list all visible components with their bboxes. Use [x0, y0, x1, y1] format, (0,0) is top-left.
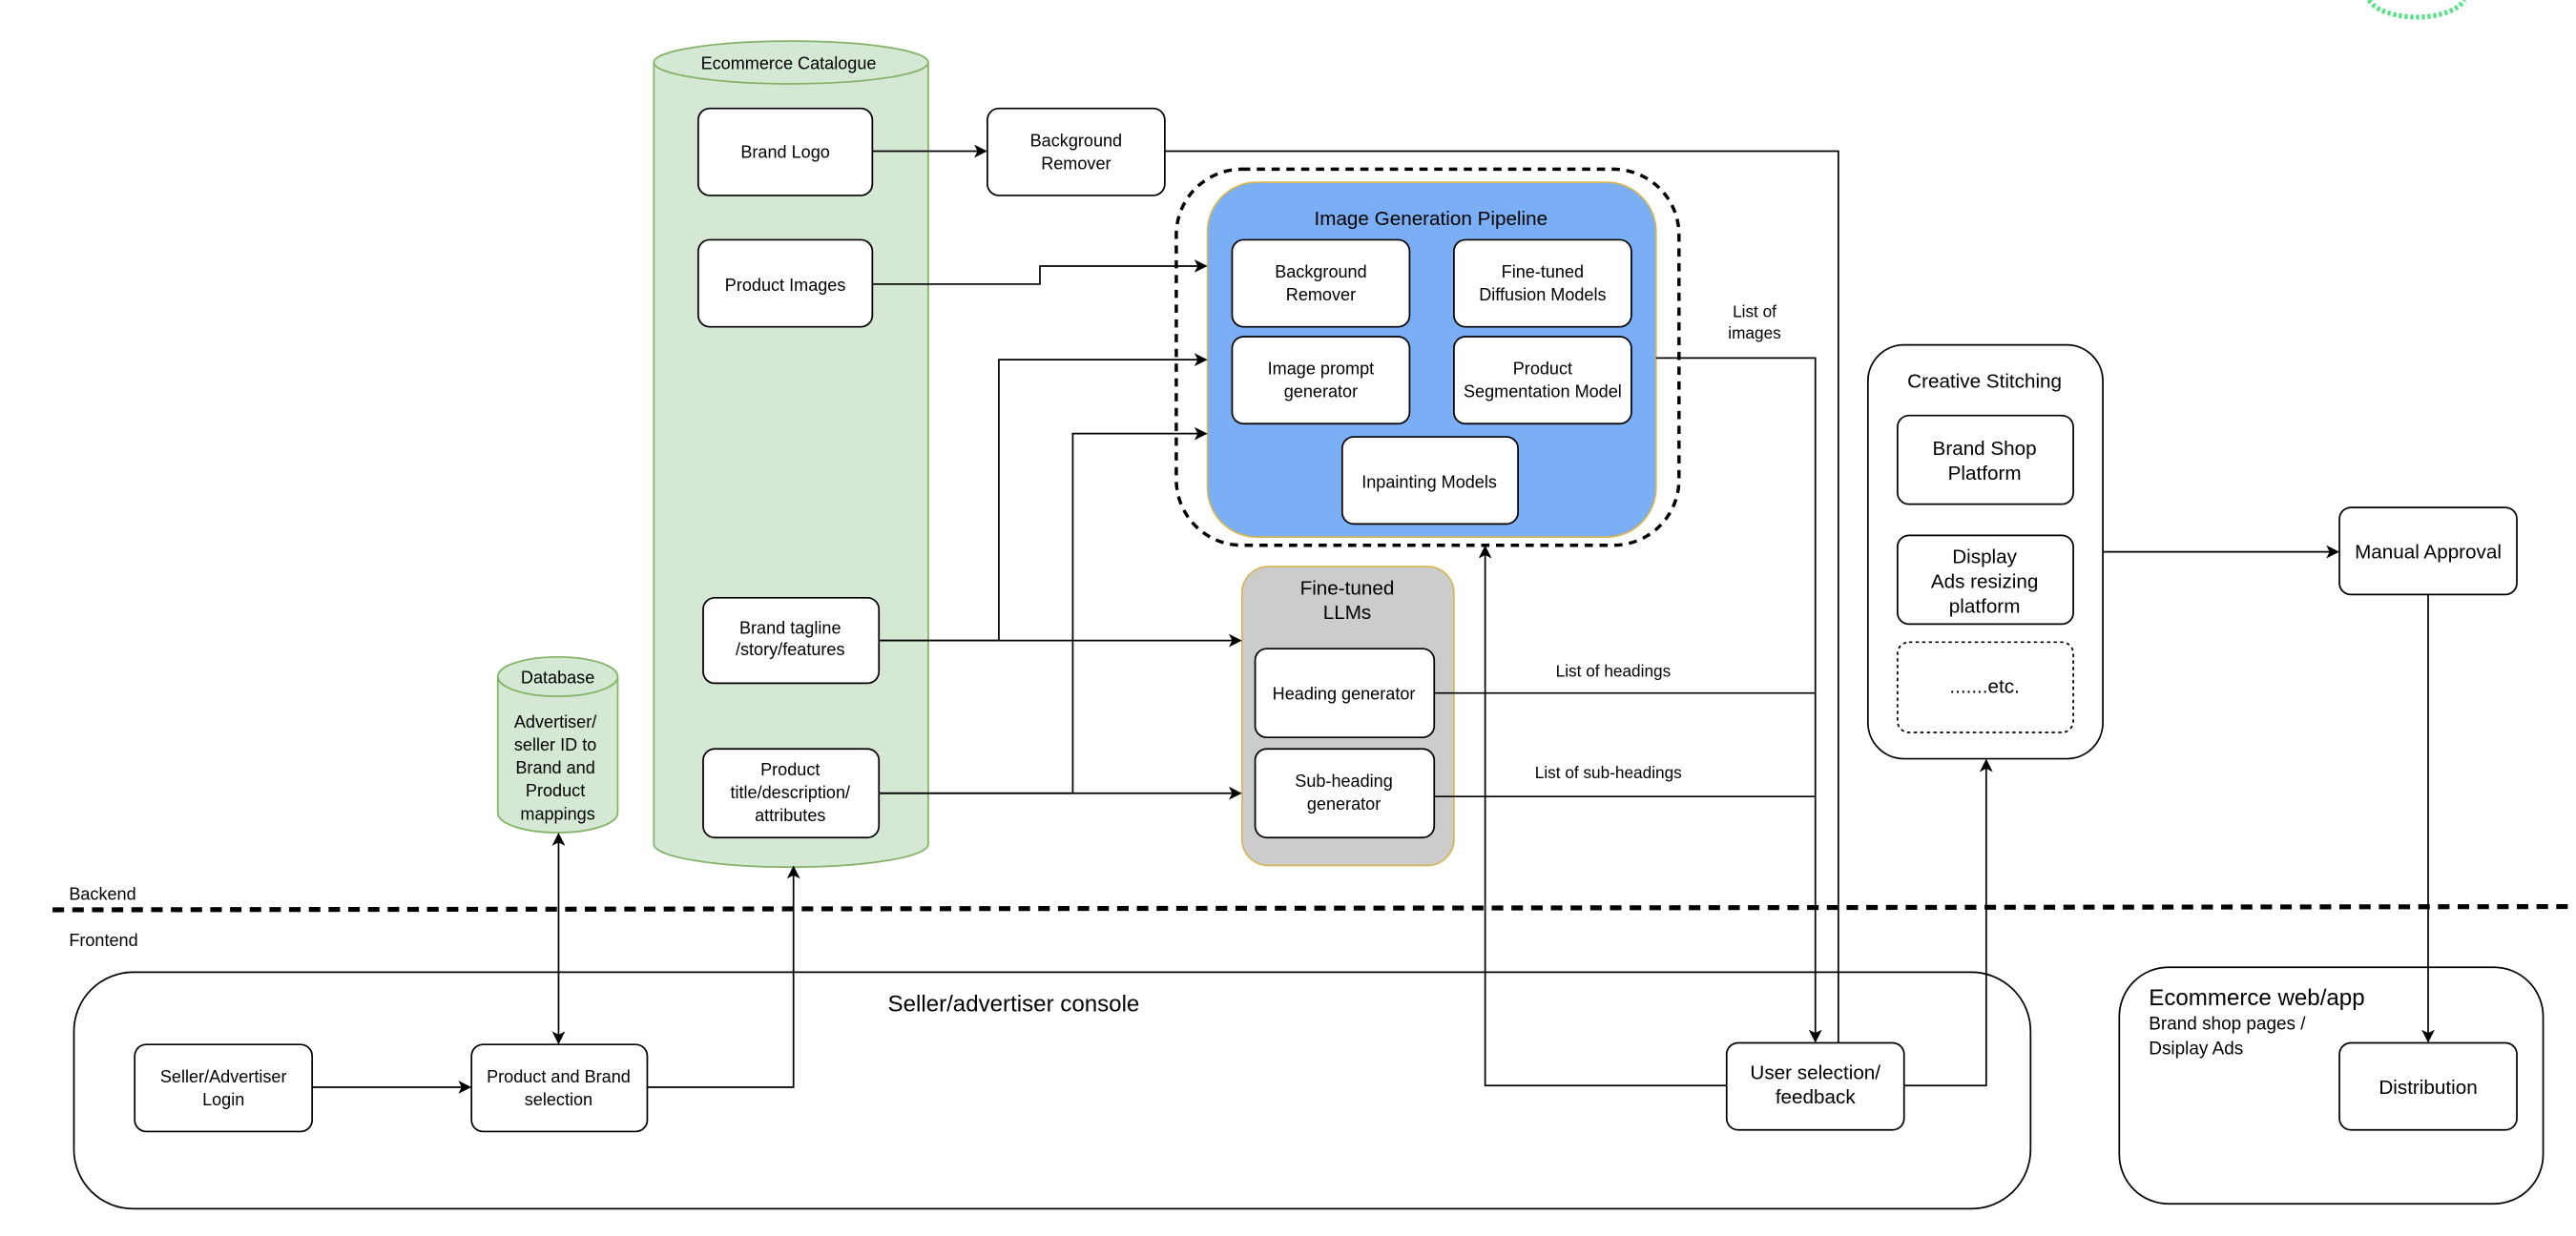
label: Brand and: [515, 758, 594, 777]
node-inpainting-models[interactable]: Inpainting Models: [1340, 436, 1519, 525]
logo-fragment: [2366, 0, 2467, 20]
node-product-images[interactable]: Product Images: [696, 238, 874, 328]
label: Advertiser/: [514, 712, 597, 731]
svg-text:Brand shop pages /Dsiplay Ads: Brand shop pages / Dsiplay Ads: [2149, 1015, 2306, 1060]
label: Fine-tuned: [1502, 262, 1584, 281]
edge-feedback-to-pipeline: [1478, 545, 1727, 1087]
svg-text:Advertiser/ seller ID to: Advertiser/ seller ID to Brand and Produ…: [514, 712, 601, 823]
architecture-diagram: Ecommerce Catalogue Brand Logo Product I…: [52, 0, 2576, 1210]
node-display-ads-platform[interactable]: Display Ads resizing platform: [1896, 534, 2074, 626]
edge-label-headings: List of headings: [1556, 661, 1672, 680]
node-user-feedback[interactable]: User selection/feedback: [1725, 1041, 1905, 1131]
label: Segmentation Model: [1464, 382, 1622, 402]
backend-frontend-divider: [52, 903, 2576, 913]
edge-label-images: images: [1728, 323, 1780, 342]
label: Background: [1030, 131, 1122, 150]
node-diffusion-models[interactable]: Fine-tuned Diffusion Models: [1453, 238, 1632, 328]
llm-title: LLMs: [1323, 602, 1372, 624]
llm-title: Fine-tuned: [1300, 577, 1395, 599]
label: Remover: [1286, 285, 1356, 304]
label: .......etc.: [1949, 676, 2019, 698]
node-product-brand-selection[interactable]: Product and Brand selection: [470, 1043, 649, 1133]
label: Inpainting Models: [1361, 472, 1497, 491]
node-brand-shop-platform[interactable]: Brand Shop Platform: [1896, 414, 2074, 505]
stitching-title: Creative Stitching: [1907, 370, 2062, 392]
label: Product: [1513, 360, 1572, 379]
label: Manual Approval: [2355, 541, 2502, 563]
node-distribution[interactable]: Distribution: [2338, 1041, 2518, 1131]
label: selection: [525, 1090, 592, 1109]
label: Product: [760, 760, 820, 779]
console-title: Seller/advertiser console: [888, 992, 1140, 1018]
label: Brand Logo: [740, 142, 829, 161]
label: Platform: [1948, 463, 2022, 484]
label: attributes: [755, 806, 825, 825]
label: Heading generator: [1273, 685, 1416, 704]
label: Sub-heading: [1295, 772, 1393, 791]
node-manual-approval[interactable]: Manual Approval: [2338, 506, 2518, 596]
label: Remover: [1041, 154, 1111, 173]
label: Diffusion Models: [1479, 285, 1606, 304]
label: generator: [1284, 382, 1358, 402]
svg-text:Product Images: Product Images: [725, 276, 846, 295]
label: Background: [1275, 262, 1366, 281]
catalogue-title: Ecommerce Catalogue: [701, 53, 877, 72]
label: generator: [1307, 794, 1381, 814]
label: mappings: [520, 804, 594, 823]
edge-label-subheadings: List of sub-headings: [1535, 763, 1682, 782]
database-title: Database: [521, 668, 594, 687]
label: Login: [202, 1090, 244, 1109]
node-brand-logo[interactable]: Brand Logo: [696, 107, 874, 196]
label: Brand tagline: [739, 619, 841, 638]
label: Image prompt: [1268, 360, 1375, 379]
node-background-remover[interactable]: Background Remover: [987, 107, 1166, 196]
svg-text:Inpainting Models: Inpainting Models: [1361, 472, 1497, 491]
label: Ads resizing: [1931, 570, 2039, 592]
database-cylinder: Database Advertiser/ seller ID to Brand …: [496, 655, 619, 834]
label: User selection/: [1750, 1061, 1880, 1083]
svg-text:Brand Logo: Brand Logo: [740, 142, 829, 161]
label: Product and Brand: [487, 1067, 631, 1086]
node-brand-tagline[interactable]: Brand tagline/story/features: [702, 596, 881, 685]
label: /story/features: [736, 640, 845, 659]
webapp-title: Ecommerce web/app: [2149, 985, 2364, 1011]
label: platform: [1949, 595, 2021, 617]
edge-selection-to-catalogue: [647, 865, 800, 1088]
node-heading-generator[interactable]: Heading generator: [1254, 648, 1436, 739]
frontend-label: Frontend: [69, 931, 137, 950]
node-segmentation-model[interactable]: Product Segmentation Model: [1453, 336, 1632, 425]
node-pipeline-bg-remover[interactable]: Background Remover: [1231, 238, 1411, 328]
svg-text:Heading generator: Heading generator: [1273, 685, 1416, 704]
node-etc: .......etc.: [1896, 641, 2074, 733]
label: Distribution: [2379, 1077, 2477, 1099]
node-product-title[interactable]: Product title/description/attributes: [702, 748, 881, 839]
svg-text:List ofimages: List of images: [1728, 301, 1780, 341]
label: title/description/: [730, 783, 851, 802]
edge-label-images: List of: [1733, 301, 1776, 320]
label: feedback: [1776, 1086, 1857, 1108]
label: Brand Shop: [1933, 438, 2037, 460]
label: Dsiplay Ads: [2149, 1040, 2243, 1060]
pipeline-title: Image Generation Pipeline: [1315, 208, 1548, 230]
label: Product Images: [725, 276, 846, 295]
node-image-prompt-generator[interactable]: Image prompt generator: [1231, 336, 1411, 425]
node-subheading-generator[interactable]: Sub-heading generator: [1254, 748, 1436, 839]
label: Product: [526, 781, 585, 800]
label: Display: [1952, 546, 2017, 568]
label: seller ID to: [514, 735, 596, 754]
label: Brand shop pages /: [2149, 1015, 2306, 1035]
backend-label: Backend: [69, 885, 135, 904]
label: Seller/Advertiser: [160, 1067, 287, 1086]
edge-feedback-to-stitching: [1903, 758, 1993, 1087]
node-login[interactable]: Seller/Advertiser Login: [134, 1043, 314, 1133]
